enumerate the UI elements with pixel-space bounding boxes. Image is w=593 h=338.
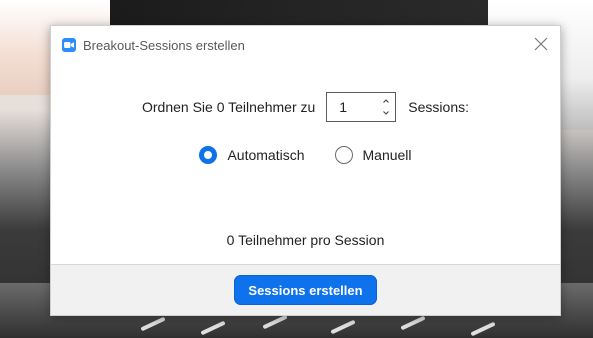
participants-per-session: 0 Teilnehmer pro Session [226,232,385,248]
title-bar: Breakout-Sessions erstellen [51,26,560,64]
assign-row: Ordnen Sie 0 Teilnehmer zu 1 Sessions: [51,92,560,122]
stepper-arrows [381,97,391,117]
dialog-footer: Sessions erstellen [51,264,560,315]
radio-automatic[interactable]: Automatisch [199,146,305,164]
chevron-up-icon[interactable] [381,97,391,105]
assign-label: Ordnen Sie 0 Teilnehmer zu [142,99,316,115]
session-count-value[interactable]: 1 [339,99,347,115]
chevron-down-icon[interactable] [381,109,391,117]
radio-automatic-label: Automatisch [227,147,305,163]
window-title: Breakout-Sessions erstellen [83,37,245,53]
breakout-dialog: Breakout-Sessions erstellen Ordnen Sie 0… [50,25,561,316]
assignment-mode-group: Automatisch Manuell [51,146,560,164]
radio-unchecked-icon[interactable] [334,146,353,164]
session-count-stepper[interactable]: 1 [326,92,397,122]
sessions-label: Sessions: [408,99,469,115]
close-icon[interactable] [532,35,550,53]
radio-manual-label: Manuell [362,147,412,163]
radio-checked-icon[interactable] [199,146,218,164]
zoom-camera-icon [62,38,76,52]
create-sessions-button[interactable]: Sessions erstellen [234,275,377,305]
radio-manual[interactable]: Manuell [334,146,412,164]
